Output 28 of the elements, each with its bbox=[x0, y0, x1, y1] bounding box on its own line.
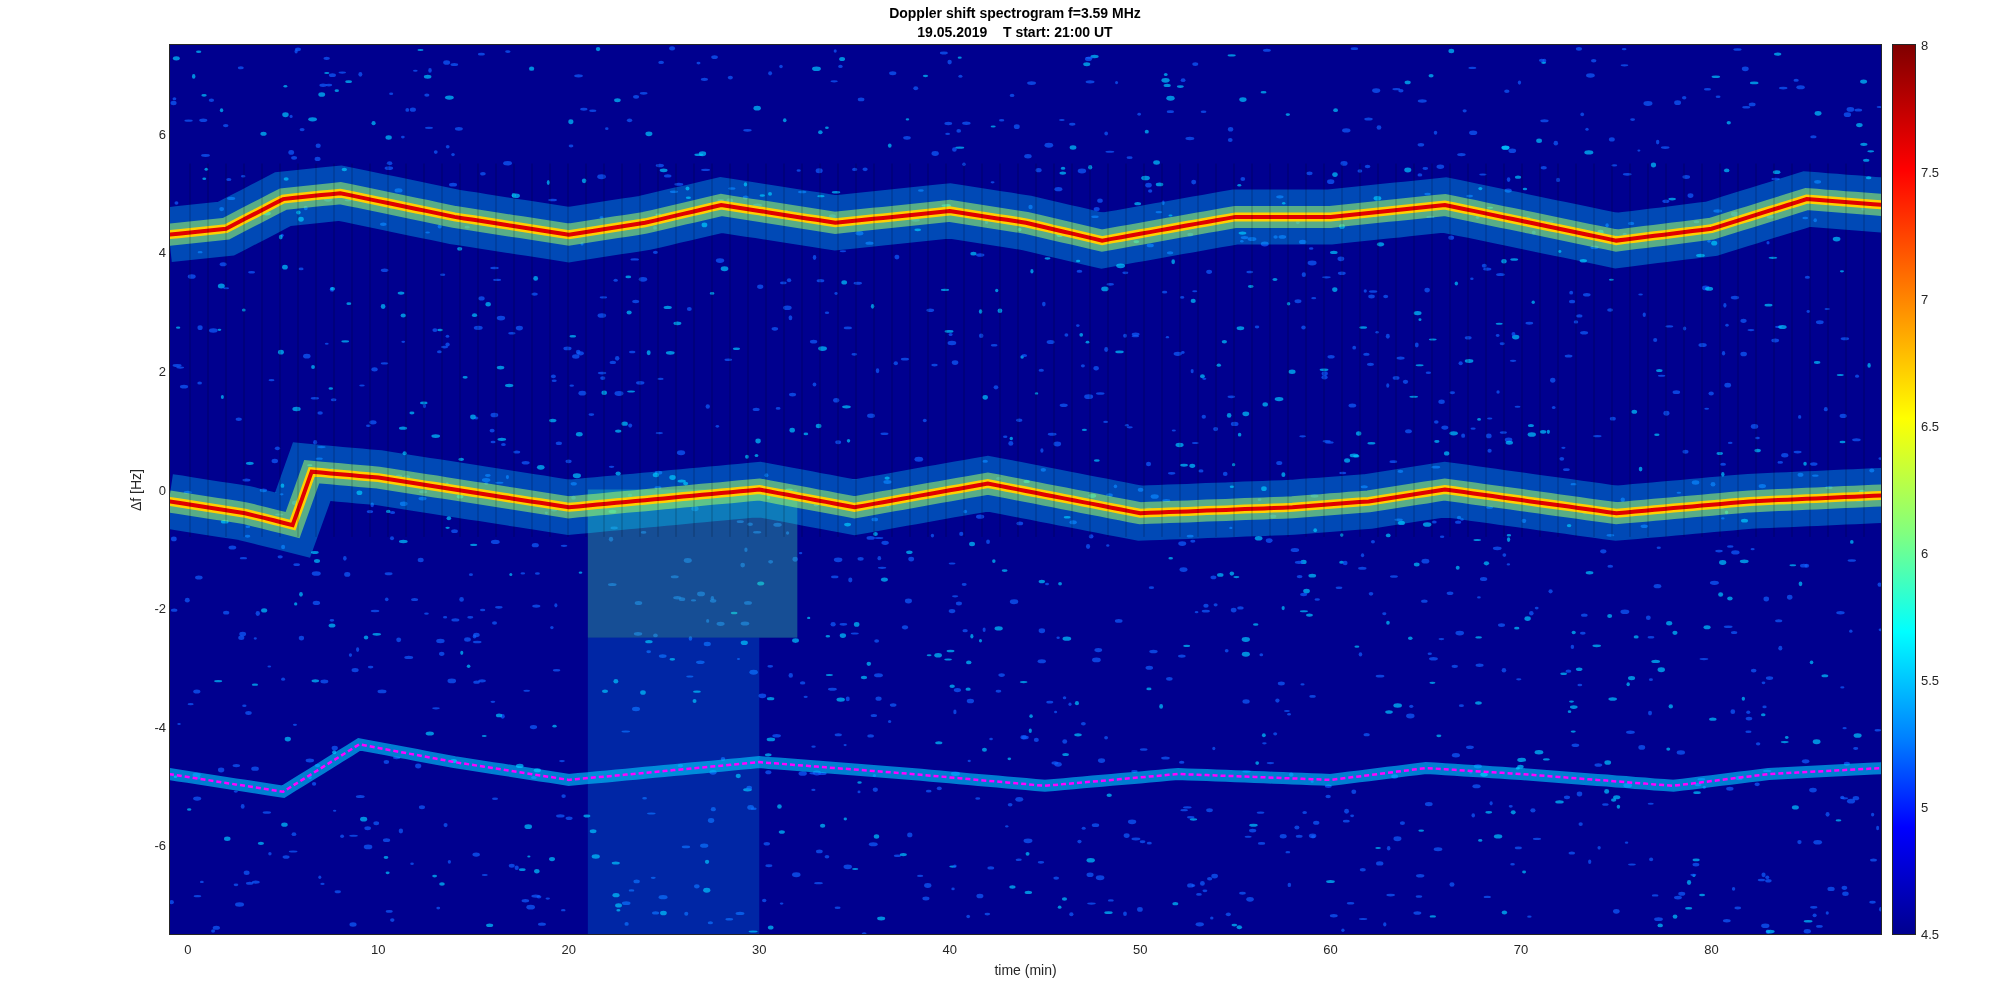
colorbar-tick-label: 7.5 bbox=[1921, 164, 1940, 180]
x-axis-label: time (min) bbox=[994, 962, 1057, 978]
colorbar-tick-label: 6 bbox=[1921, 545, 1929, 561]
x-tick-label: 60 bbox=[1323, 942, 1338, 957]
colorbar-tick-label: 7 bbox=[1921, 291, 1929, 307]
x-tick-label: 80 bbox=[1704, 942, 1719, 957]
y-tick-label: -2 bbox=[154, 600, 166, 616]
x-tick-label: 50 bbox=[1132, 942, 1148, 957]
x-tick-label: 30 bbox=[752, 942, 767, 957]
colorbar-tick-label: 5 bbox=[1921, 799, 1929, 815]
x-tick-label: 20 bbox=[561, 942, 577, 957]
y-tick-label: 2 bbox=[158, 363, 166, 379]
chart-title: Doppler shift spectrogram f=3.59 MHz bbox=[889, 3, 1141, 23]
y-tick-label: 0 bbox=[158, 482, 166, 497]
x-tick-label: 70 bbox=[1513, 942, 1529, 957]
y-tick-label: -4 bbox=[154, 719, 166, 735]
y-axis-label: Δf [Hz] bbox=[128, 468, 144, 511]
x-tick-label: 40 bbox=[942, 942, 957, 957]
colorbar-tick-label: 5.5 bbox=[1921, 672, 1940, 688]
x-tick-label: 0 bbox=[184, 942, 192, 957]
chart-subtitle: 19.05.2019 T start: 21:00 UT bbox=[917, 22, 1113, 42]
colorbar-tick-label: 6.5 bbox=[1921, 418, 1940, 434]
y-tick-label: 4 bbox=[158, 244, 166, 260]
colorbar-tick-label: 8 bbox=[1921, 37, 1929, 53]
colorbar-tick-label: 4.5 bbox=[1921, 926, 1940, 942]
y-tick-label: 6 bbox=[158, 126, 166, 142]
x-tick-label: 10 bbox=[371, 942, 386, 957]
y-tick-label: -6 bbox=[154, 837, 166, 853]
